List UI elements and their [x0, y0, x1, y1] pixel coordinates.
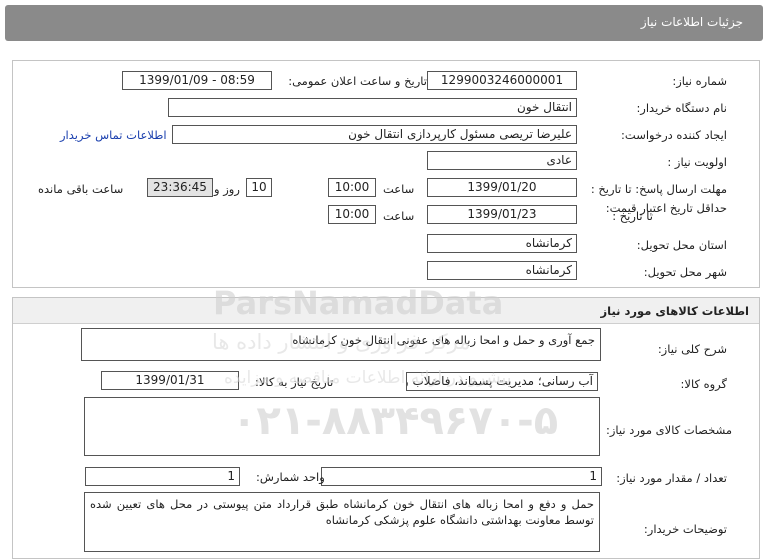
remaining-label: ساعت باقی مانده	[38, 182, 124, 196]
unit-field[interactable]: 1	[85, 467, 240, 486]
deadline-time-field[interactable]: 10:00	[328, 178, 376, 197]
validity-date-field[interactable]: 1399/01/23	[427, 205, 577, 224]
page-title: جزئیات اطلاعات نیاز	[640, 15, 743, 29]
days-field[interactable]: 10	[246, 178, 272, 197]
announce-label: تاریخ و ساعت اعلان عمومی:	[288, 74, 427, 88]
need-number-field[interactable]: 1299003246000001	[427, 71, 577, 90]
specs-field[interactable]	[84, 397, 600, 456]
validity-to-label: تا تاریخ :	[612, 209, 653, 223]
goods-panel: اطلاعات کالاهای مورد نیاز شرح کلی نیاز: …	[12, 297, 760, 559]
group-field[interactable]: آب رسانی؛ مدیریت پسماند، فاضلاب و فعالیت…	[406, 372, 598, 391]
deadline-time-label: ساعت	[383, 182, 415, 196]
need-date-field[interactable]: 1399/01/31	[101, 371, 239, 390]
goods-section-title: اطلاعات کالاهای مورد نیاز	[600, 304, 749, 318]
validity-time-label: ساعت	[383, 209, 415, 223]
buyer-notes-label: توضیحات خریدار:	[643, 522, 727, 536]
remaining-time-field: 23:36:45	[147, 178, 213, 197]
buyer-contact-link[interactable]: اطلاعات تماس خریدار	[60, 128, 167, 142]
summary-label: شرح کلی نیاز:	[657, 342, 727, 356]
qty-field[interactable]: 1	[321, 467, 602, 486]
page-header: جزئیات اطلاعات نیاز	[5, 5, 763, 41]
city-label: شهر محل تحویل:	[643, 265, 727, 279]
need-date-label: تاریخ نیاز به کالا:	[255, 375, 334, 389]
group-label: گروه کالا:	[680, 377, 727, 391]
province-label: استان محل تحویل:	[636, 238, 727, 252]
unit-label: واحد شمارش:	[256, 470, 325, 484]
buyer-notes-field[interactable]: حمل و دفع و امحا زباله های انتقال خون کر…	[84, 492, 600, 552]
need-details-panel: شماره نیاز: 1299003246000001 تاریخ و ساع…	[12, 60, 760, 288]
priority-field[interactable]: عادی	[427, 151, 577, 170]
requester-label: ایجاد کننده درخواست:	[621, 128, 727, 142]
summary-field[interactable]: جمع آوری و حمل و امحا زباله های عفونی ان…	[81, 328, 601, 361]
validity-time-field[interactable]: 10:00	[328, 205, 376, 224]
need-number-label: شماره نیاز:	[672, 74, 727, 88]
specs-label: مشخصات کالای مورد نیاز:	[605, 423, 732, 437]
deadline-date-field[interactable]: 1399/01/20	[427, 178, 577, 197]
goods-section-header: اطلاعات کالاهای مورد نیاز	[13, 298, 759, 324]
priority-label: اولویت نیاز :	[667, 155, 727, 169]
announce-field[interactable]: 1399/01/09 - 08:59	[122, 71, 272, 90]
province-field[interactable]: کرمانشاه	[427, 234, 577, 253]
requester-field[interactable]: علیرضا تریصی مسئول کارپردازی انتقال خون	[172, 125, 577, 144]
deadline-label: مهلت ارسال پاسخ: تا تاریخ :	[590, 182, 727, 196]
qty-label: تعداد / مقدار مورد نیاز:	[616, 471, 727, 485]
buyer-org-label: نام دستگاه خریدار:	[636, 101, 727, 115]
days-label: روز و	[214, 182, 240, 196]
city-field[interactable]: کرمانشاه	[427, 261, 577, 280]
buyer-org-field[interactable]: انتقال خون	[168, 98, 577, 117]
